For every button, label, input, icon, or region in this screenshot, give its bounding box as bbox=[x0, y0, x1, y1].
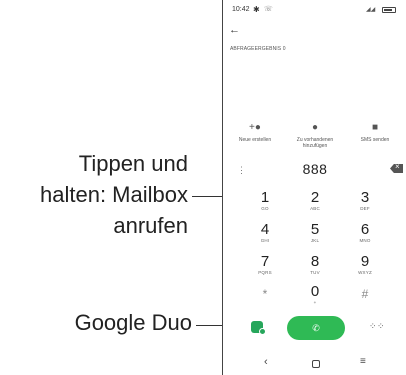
key-5-letters: JKL bbox=[310, 238, 320, 243]
contact-actions: +● Neue erstellen ● Zu vorhandenen hinzu… bbox=[223, 122, 406, 152]
battery-icon bbox=[382, 7, 396, 13]
send-sms-button[interactable]: ■ SMS senden bbox=[345, 122, 405, 143]
key-9[interactable]: 9 WXYZ bbox=[345, 254, 385, 276]
key-star[interactable]: * bbox=[245, 286, 285, 302]
add-to-existing-button[interactable]: ● Zu vorhandenen hinzufügen bbox=[285, 122, 345, 149]
key-5[interactable]: 5 JKL bbox=[295, 222, 335, 244]
message-icon: ☏ bbox=[264, 6, 273, 13]
phone-icon: ✆ bbox=[312, 323, 320, 333]
status-time: 10:42 bbox=[232, 6, 250, 13]
mailbox-callout-line-1: Tippen und bbox=[78, 151, 188, 176]
key-5-digit: 5 bbox=[310, 221, 320, 238]
number-row: ⋮ 888 bbox=[223, 158, 406, 182]
key-8-letters: TUV bbox=[310, 270, 320, 275]
key-1[interactable]: 1 GO bbox=[245, 190, 285, 212]
key-6-letters: MNO bbox=[359, 238, 371, 243]
mailbox-callout-line-2: halten: Mailbox bbox=[40, 182, 188, 207]
key-8-digit: 8 bbox=[310, 253, 320, 270]
key-star-symbol: * bbox=[262, 287, 268, 301]
key-4[interactable]: 4 GHI bbox=[245, 222, 285, 244]
dialed-number[interactable]: 888 bbox=[223, 161, 406, 177]
call-button[interactable]: ✆ bbox=[287, 316, 345, 340]
key-3-digit: 3 bbox=[360, 189, 370, 206]
person-icon: ● bbox=[311, 122, 319, 133]
query-result-label: ABFRAGEERGEBNIS 0 bbox=[230, 46, 286, 52]
key-7-letters: PQRS bbox=[258, 270, 272, 275]
key-2-letters: ABC bbox=[310, 206, 320, 211]
key-6-digit: 6 bbox=[360, 221, 370, 238]
add-to-existing-label-2: hinzufügen bbox=[302, 143, 328, 149]
mailbox-callout: Tippen und halten: Mailbox anrufen bbox=[40, 148, 188, 241]
key-4-letters: GHI bbox=[260, 238, 270, 243]
key-4-digit: 4 bbox=[260, 221, 270, 238]
key-7[interactable]: 7 PQRS bbox=[245, 254, 285, 276]
key-6[interactable]: 6 MNO bbox=[345, 222, 385, 244]
key-7-digit: 7 bbox=[260, 253, 270, 270]
status-bar: 10:42 ✱ ☏ ◢◢ bbox=[223, 4, 406, 16]
gear-icon: ✱ bbox=[253, 5, 260, 14]
send-sms-label: SMS senden bbox=[360, 137, 390, 143]
duo-callout: Google Duo bbox=[74, 310, 192, 335]
bottom-actions: ✆ ⁘⁘ bbox=[223, 314, 406, 340]
nav-home-icon[interactable] bbox=[312, 360, 320, 368]
key-0-digit: 0 bbox=[310, 283, 320, 300]
key-2[interactable]: 2 ABC bbox=[295, 190, 335, 212]
back-arrow-icon[interactable]: ← bbox=[229, 24, 240, 36]
navigation-bar: ‹ ≡ bbox=[223, 356, 406, 372]
key-9-letters: WXYZ bbox=[358, 270, 372, 275]
key-hash[interactable]: # bbox=[345, 286, 385, 302]
add-person-icon: +● bbox=[249, 122, 261, 133]
nav-back-icon[interactable]: ‹ bbox=[264, 356, 268, 368]
signal-icon: ◢◢ bbox=[366, 7, 376, 13]
key-2-digit: 2 bbox=[310, 189, 320, 206]
key-0[interactable]: 0 + bbox=[295, 284, 335, 306]
phone-screen: 10:42 ✱ ☏ ◢◢ ← ABFRAGEERGEBNIS 0 +● Neue… bbox=[222, 0, 406, 375]
status-right: ◢◢ bbox=[366, 5, 402, 15]
dialpad-icon[interactable]: ⁘⁘ bbox=[369, 322, 385, 331]
new-contact-button[interactable]: +● Neue erstellen bbox=[225, 122, 285, 143]
key-8[interactable]: 8 TUV bbox=[295, 254, 335, 276]
key-9-digit: 9 bbox=[360, 253, 370, 270]
nav-menu-icon[interactable]: ≡ bbox=[360, 356, 366, 367]
key-3-letters: DEF bbox=[360, 206, 370, 211]
key-1-letters: GO bbox=[261, 206, 269, 211]
key-1-digit: 1 bbox=[260, 189, 270, 206]
message-icon: ■ bbox=[371, 122, 379, 133]
google-duo-icon[interactable] bbox=[251, 321, 266, 335]
new-contact-label: Neue erstellen bbox=[238, 137, 272, 143]
key-3[interactable]: 3 DEF bbox=[345, 190, 385, 212]
key-hash-symbol: # bbox=[361, 287, 369, 301]
mailbox-callout-line-3: anrufen bbox=[113, 213, 188, 238]
key-0-letters: + bbox=[313, 300, 317, 305]
